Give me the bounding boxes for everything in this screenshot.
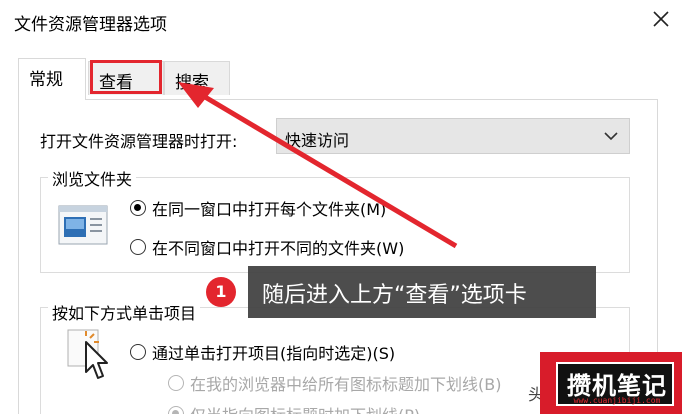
radio-label: 在同一窗口中打开每个文件夹(M) (152, 200, 387, 219)
step-badge: 1 (206, 277, 236, 307)
window-title: 文件资源管理器选项 (14, 15, 167, 35)
radio-button (168, 375, 184, 391)
radio-button (130, 239, 146, 255)
watermark-url: www.cuanjibiji.com (573, 396, 661, 405)
radio-label: 仅当指向图标标题时加下划线(P) (190, 402, 420, 414)
radio-same-window[interactable]: 在同一窗口中打开每个文件夹(M) (130, 196, 386, 220)
radio-different-window[interactable]: 在不同窗口中打开不同的文件夹(W) (130, 235, 404, 259)
watermark-logo: 攒机笔记 www.cuanjibiji.com (540, 352, 682, 414)
radio-underline-point[interactable]: 仅当指向图标标题时加下划线(P) (168, 402, 420, 414)
annotation-callout: 随后进入上方“查看”选项卡 (248, 266, 596, 318)
radio-button (168, 406, 184, 414)
radio-single-click[interactable]: 通过单击打开项目(指向时选定)(S) (130, 340, 395, 364)
click-items-group-label: 按如下方式单击项目 (48, 300, 201, 324)
annotation-text: 随后进入上方“查看”选项卡 (262, 283, 527, 308)
browse-folders-group-label: 浏览文件夹 (48, 166, 137, 190)
chevron-down-icon (604, 132, 618, 141)
close-button[interactable] (648, 6, 674, 32)
open-explorer-select[interactable]: 快速访问 (276, 118, 630, 154)
radio-button (130, 200, 146, 216)
radio-label: 在我的浏览器中给所有图标标题加下划线(B) (190, 375, 502, 394)
tab-view[interactable]: 查看 (88, 61, 164, 95)
close-icon (653, 11, 669, 27)
watermark-box: 攒机笔记 www.cuanjibiji.com (556, 362, 674, 406)
radio-label: 通过单击打开项目(指向时选定)(S) (152, 344, 396, 363)
radio-underline-all[interactable]: 在我的浏览器中给所有图标标题加下划线(B) (168, 371, 501, 395)
tab-search[interactable]: 搜索 (164, 61, 230, 95)
title-bar: 文件资源管理器选项 (0, 0, 682, 40)
open-explorer-selected-value: 快速访问 (285, 131, 350, 150)
open-explorer-label: 打开文件资源管理器时打开: (40, 132, 238, 151)
radio-label: 在不同窗口中打开不同的文件夹(W) (152, 239, 405, 258)
window-preview-icon (58, 205, 108, 245)
single-click-cursor-icon (67, 329, 108, 379)
radio-button (130, 344, 146, 360)
tab-general[interactable]: 常规 (18, 58, 86, 100)
